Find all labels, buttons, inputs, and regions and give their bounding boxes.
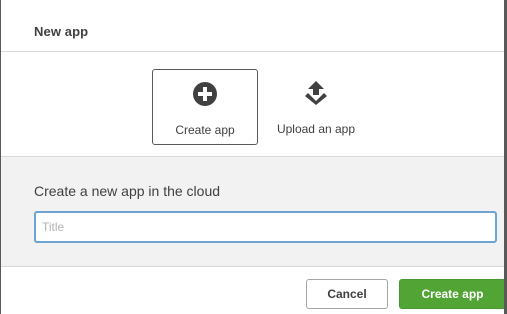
dialog-title: New app [34,24,89,39]
upload-app-option-label: Upload an app [276,122,356,136]
plus-circle-icon [193,82,217,106]
cancel-button[interactable]: Cancel [306,279,388,309]
dialog-header: New app [1,0,504,52]
section-title: Create a new app in the cloud [34,183,221,199]
app-source-options: Create app Upload an app [1,52,504,156]
create-app-option-label: Create app [175,123,235,137]
dialog-footer: Cancel Create app [1,266,504,314]
upload-app-option[interactable]: Upload an app [263,69,369,145]
create-app-section: Create a new app in the cloud [1,156,504,266]
upload-icon [305,81,327,105]
create-app-option[interactable]: Create app [152,69,258,145]
app-title-input[interactable] [34,211,497,243]
create-app-button[interactable]: Create app [399,279,504,309]
new-app-dialog: New app Create app Upload an app Create … [0,0,507,314]
